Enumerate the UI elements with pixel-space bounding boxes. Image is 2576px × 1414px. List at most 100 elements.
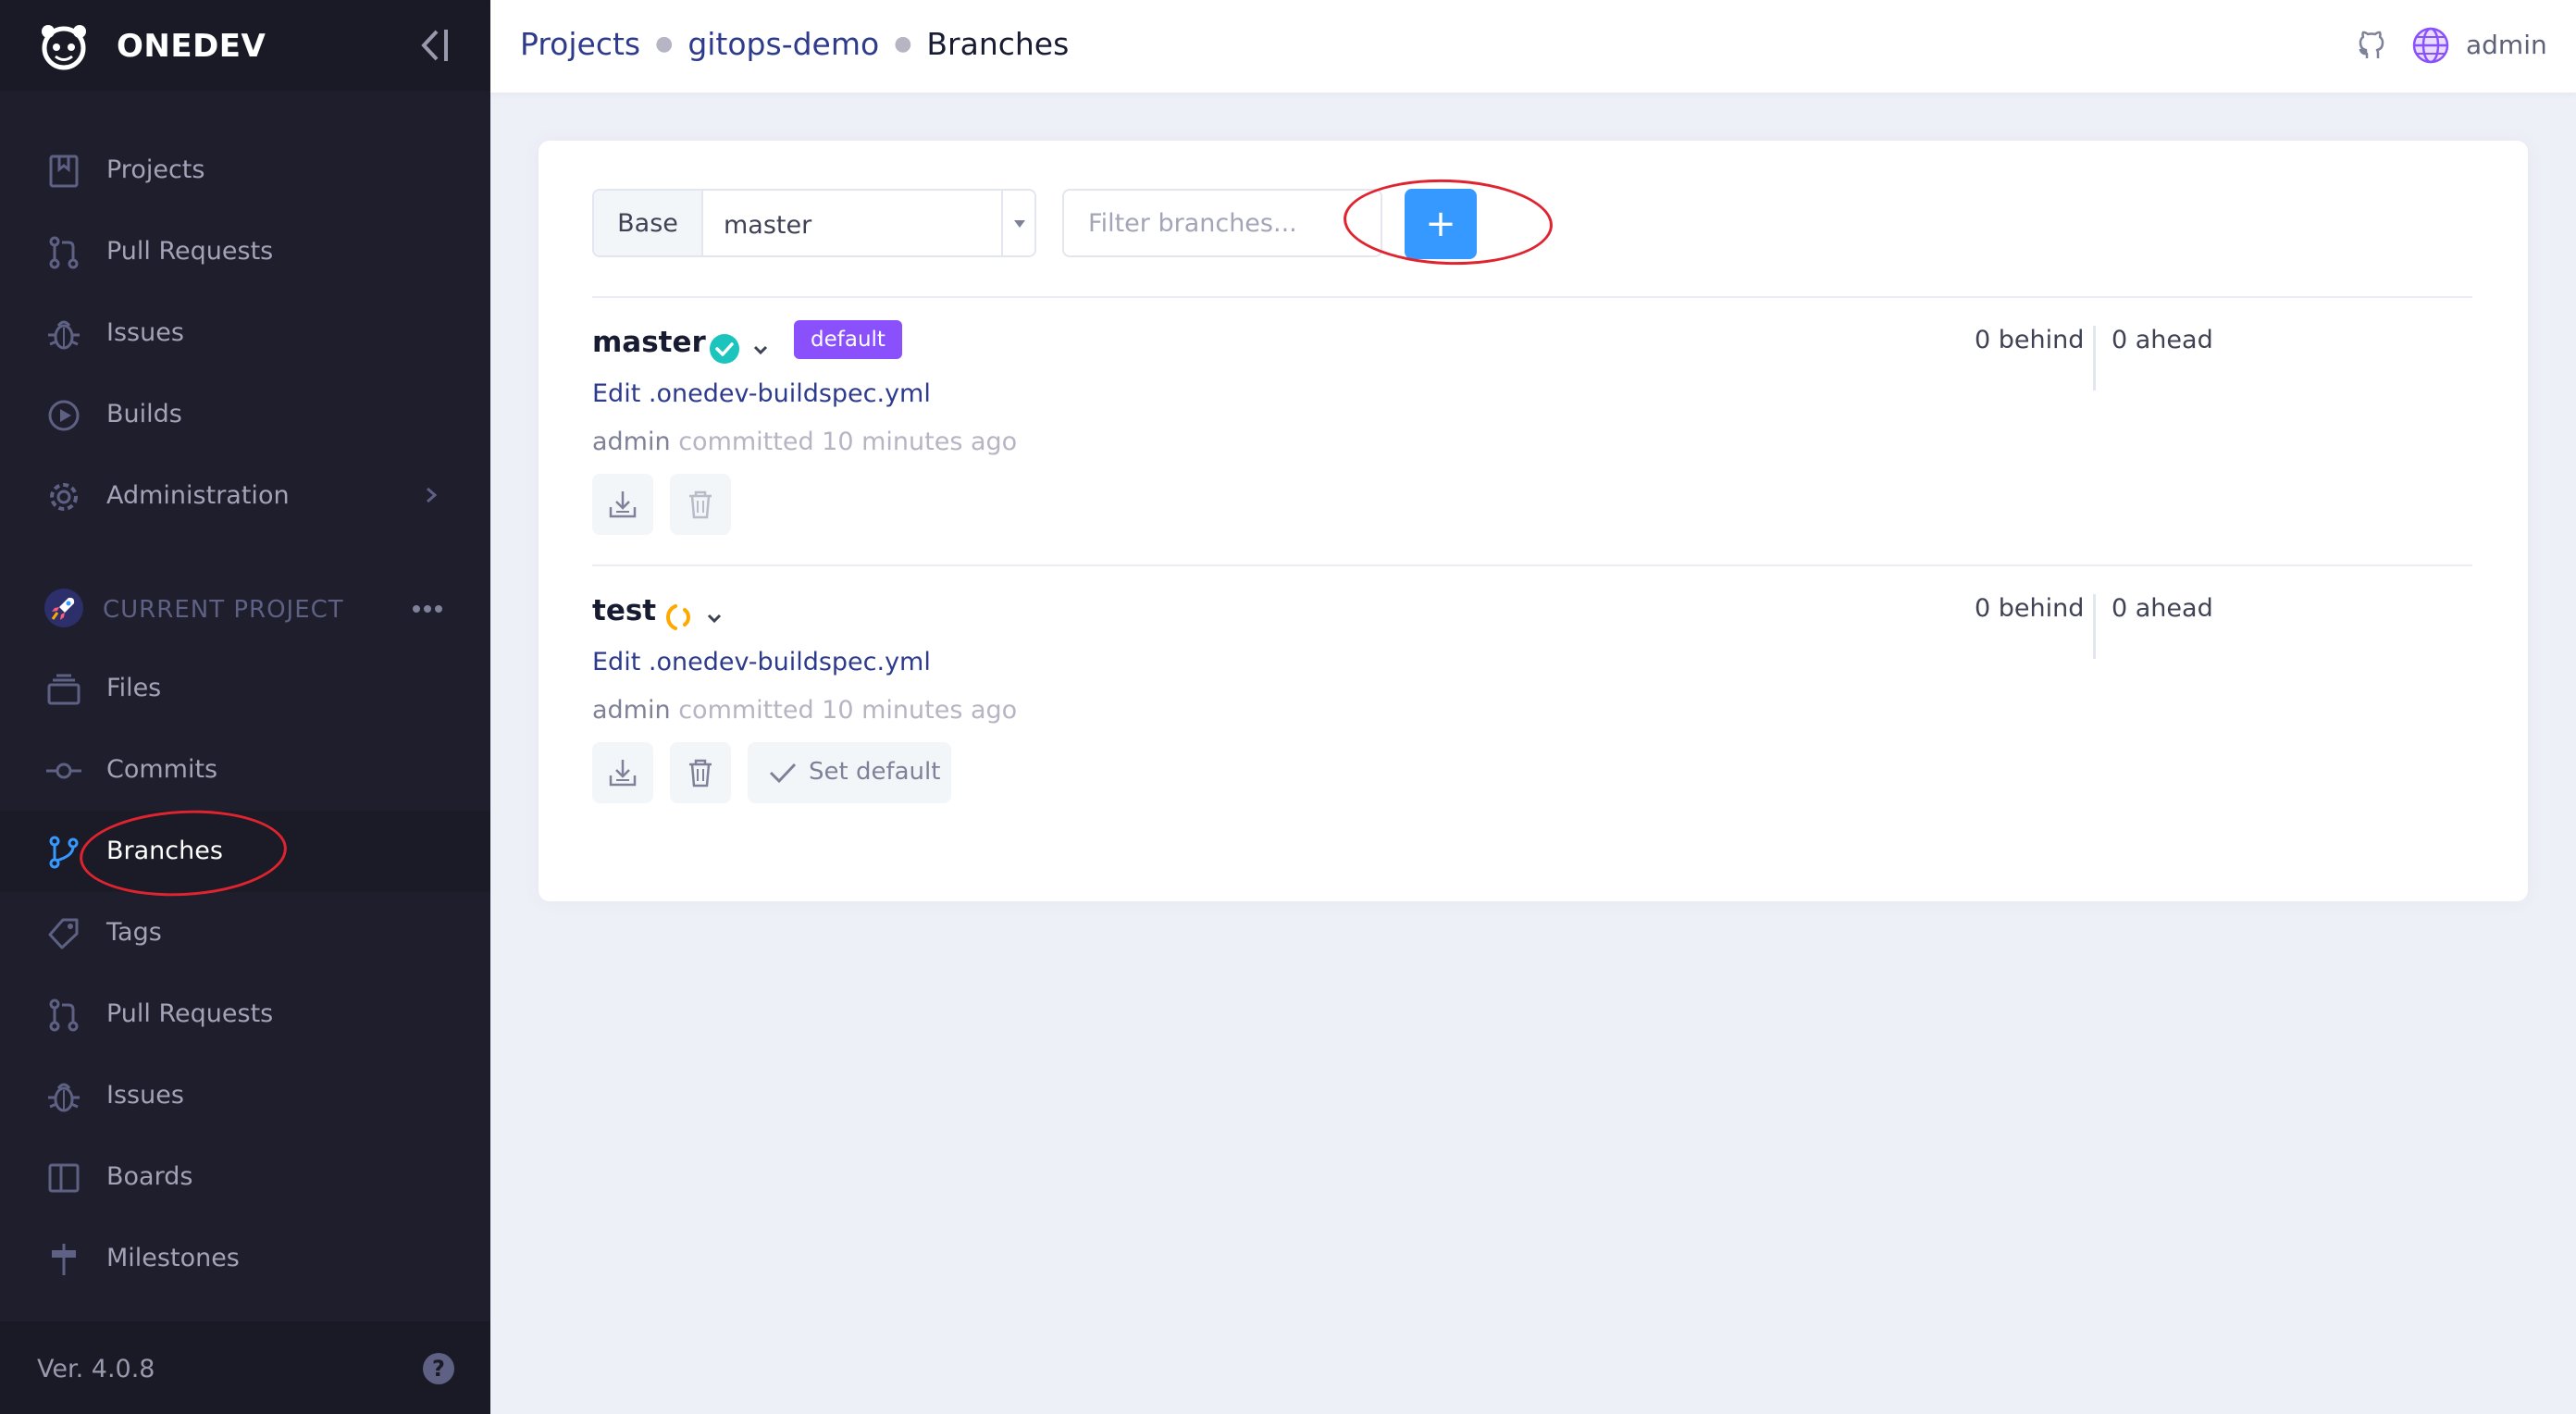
github-icon[interactable] (2356, 30, 2387, 61)
sidebar: ONEDEV Projects Pull Requests Issues Bui… (0, 0, 490, 1414)
help-icon[interactable]: ? (423, 1353, 454, 1384)
nav-project-pull-requests[interactable]: Pull Requests (0, 974, 490, 1055)
dropdown-toggle[interactable] (1001, 191, 1034, 255)
nav-label: Builds (106, 400, 182, 428)
commit-message-link[interactable]: Edit .onedev-buildspec.yml (592, 379, 931, 408)
collapse-sidebar-icon[interactable] (416, 24, 453, 67)
base-label: Base (594, 191, 703, 255)
commit-time: committed 10 minutes ago (678, 696, 1018, 725)
nav-label: Boards (106, 1162, 193, 1191)
nav-label: Milestones (106, 1244, 240, 1272)
behind-count[interactable]: 0 behind (1975, 594, 2084, 623)
nav-pull-requests[interactable]: Pull Requests (0, 211, 490, 292)
commit-icon (46, 763, 81, 779)
branch-row-test: test Edit .onedev-buildspec.yml admin co… (592, 594, 2472, 835)
filter-branches-input[interactable] (1062, 189, 1382, 257)
caret-down-icon (1014, 220, 1025, 228)
breadcrumb-separator: ● (894, 32, 912, 56)
divider (2093, 326, 2096, 391)
rocket-icon (51, 597, 75, 620)
user-name[interactable]: admin (2466, 30, 2547, 60)
nav-boards[interactable]: Boards (0, 1136, 490, 1218)
behind-count[interactable]: 0 behind (1975, 326, 2084, 354)
branch-name[interactable]: test (592, 594, 656, 627)
bug-icon (48, 320, 80, 350)
divider (2093, 594, 2096, 659)
brand-bar: ONEDEV (0, 0, 490, 91)
branch-row-master: master default Edit .onedev-buildspec.ym… (592, 320, 2472, 566)
breadcrumb-project[interactable]: gitops-demo (687, 26, 879, 62)
commit-time: committed 10 minutes ago (678, 428, 1018, 456)
chevron-down-icon[interactable] (751, 341, 770, 359)
base-value[interactable]: master (724, 211, 811, 240)
add-branch-button[interactable]: + (1405, 189, 1477, 259)
top-bar: Projects ● gitops-demo ● Branches admin (490, 0, 2576, 93)
build-success-icon[interactable] (709, 333, 740, 365)
build-running-icon[interactable] (664, 602, 696, 633)
check-icon (769, 763, 797, 784)
book-icon (49, 155, 79, 188)
more-options-icon[interactable] (409, 590, 446, 627)
branch-icon (49, 836, 79, 869)
commit-author[interactable]: admin (592, 696, 671, 725)
section-label: CURRENT PROJECT (103, 596, 344, 624)
signpost-icon (52, 1244, 76, 1275)
chevron-down-icon[interactable] (705, 609, 724, 627)
set-default-button[interactable]: Set default (748, 742, 951, 803)
default-badge: default (794, 320, 902, 359)
divider (592, 296, 2472, 298)
branches-card: Base master + master default Edit .onede… (539, 141, 2528, 901)
tag-icon (48, 918, 79, 949)
breadcrumb-separator: ● (655, 32, 674, 56)
nav-label: Files (106, 674, 162, 702)
breadcrumb-projects[interactable]: Projects (520, 26, 640, 62)
play-circle-icon (48, 400, 80, 431)
nav-projects[interactable]: Projects (0, 130, 490, 211)
nav-branches[interactable]: Branches (0, 811, 490, 892)
onedev-logo-icon[interactable] (37, 22, 91, 70)
ahead-count[interactable]: 0 ahead (2112, 594, 2213, 623)
sidebar-footer: Ver. 4.0.8 ? (0, 1321, 490, 1414)
nav-label: Issues (106, 1081, 184, 1110)
set-default-label: Set default (809, 758, 941, 786)
nav-project-issues[interactable]: Issues (0, 1055, 490, 1136)
trash-icon (689, 759, 712, 788)
nav-builds[interactable]: Builds (0, 374, 490, 455)
download-button[interactable] (592, 742, 653, 803)
download-icon (609, 760, 637, 787)
commit-author[interactable]: admin (592, 428, 671, 456)
download-icon (609, 491, 637, 518)
branch-name[interactable]: master (592, 326, 706, 359)
ahead-count[interactable]: 0 ahead (2112, 326, 2213, 354)
nav-label: Pull Requests (106, 237, 274, 266)
nav-label: Branches (106, 837, 223, 865)
project-avatar (44, 589, 83, 627)
stack-icon (47, 674, 80, 705)
breadcrumb: Projects ● gitops-demo ● Branches (520, 26, 1069, 62)
download-button[interactable] (592, 474, 653, 535)
nav-label: Commits (106, 755, 218, 784)
nav-issues[interactable]: Issues (0, 292, 490, 374)
nav-label: Issues (106, 318, 184, 347)
divider (592, 564, 2472, 566)
bug-icon (48, 1083, 80, 1112)
commit-meta: admin committed 10 minutes ago (592, 696, 1017, 725)
nav-administration[interactable]: Administration (0, 455, 490, 537)
pull-request-icon (49, 236, 79, 269)
base-branch-select[interactable]: Base master (592, 189, 1036, 257)
nav-milestones[interactable]: Milestones (0, 1218, 490, 1299)
nav-tags[interactable]: Tags (0, 892, 490, 974)
gear-icon (50, 483, 78, 511)
version-label: Ver. 4.0.8 (37, 1355, 155, 1383)
trash-icon (689, 490, 712, 519)
app-name: ONEDEV (117, 28, 266, 65)
nav-label: Tags (106, 918, 162, 947)
delete-button[interactable] (670, 474, 731, 535)
delete-button[interactable] (670, 742, 731, 803)
user-avatar-icon[interactable] (2411, 26, 2450, 65)
nav-files[interactable]: Files (0, 648, 490, 729)
nav-label: Projects (106, 155, 205, 184)
commit-message-link[interactable]: Edit .onedev-buildspec.yml (592, 648, 931, 676)
nav-label: Pull Requests (106, 999, 274, 1028)
nav-commits[interactable]: Commits (0, 729, 490, 811)
